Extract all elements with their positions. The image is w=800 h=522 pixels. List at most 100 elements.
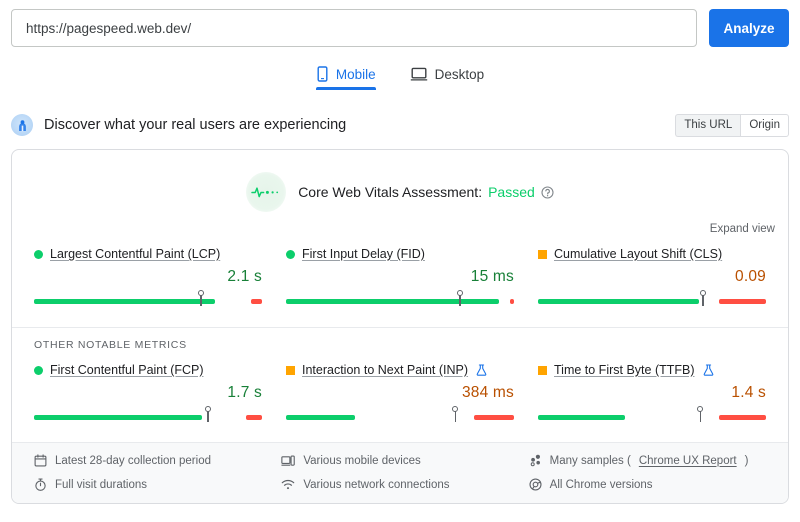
help-circle-icon[interactable] xyxy=(541,185,554,199)
metric-distribution-bar-ttfb xyxy=(538,406,766,424)
search-bar: Analyze xyxy=(0,0,800,47)
footer-item-suffix: ) xyxy=(744,454,749,467)
metric-fid: First Input Delay (FID) 15 ms xyxy=(286,247,514,308)
status-average-square-icon xyxy=(286,365,295,375)
scope-origin-button[interactable]: Origin xyxy=(740,113,789,137)
url-input[interactable] xyxy=(11,9,697,47)
bar-segment-average xyxy=(501,299,508,304)
pagespeed-insights-page: Analyze Mobile Desktop xyxy=(0,0,800,522)
desktop-icon xyxy=(410,66,428,82)
scope-toggle: This URL Origin xyxy=(675,113,789,137)
footer-item: Many samples ( Chrome UX Report) xyxy=(529,454,766,467)
bar-segment-poor xyxy=(718,415,766,420)
metric-ttfb: Time to First Byte (TTFB) 1.4 s xyxy=(538,363,766,424)
wifi-icon xyxy=(281,478,295,491)
other-metrics-title: Other Notable Metrics xyxy=(34,339,187,351)
tab-desktop-label: Desktop xyxy=(434,66,485,82)
status-good-dot-icon xyxy=(34,365,43,375)
metric-distribution-bar-fcp xyxy=(34,406,262,424)
bar-segment-poor xyxy=(509,299,514,304)
other-notable-metrics: First Contentful Paint (FCP) 1.7 s Interac… xyxy=(12,351,788,424)
pulse-icon xyxy=(246,172,287,212)
metric-label-fid[interactable]: First Input Delay (FID) xyxy=(302,247,425,261)
metric-value-ttfb: 1.4 s xyxy=(731,384,766,401)
cwv-assessment-header: Core Web Vitals Assessment: Passed xyxy=(12,150,788,212)
metric-value-fid: 15 ms xyxy=(470,268,514,285)
bar-segment-average xyxy=(217,299,248,304)
tab-mobile[interactable]: Mobile xyxy=(315,66,376,90)
metric-lcp: Largest Contentful Paint (LCP) 2.1 s xyxy=(34,247,262,308)
footer-column-2: Various mobile devices Various network co… xyxy=(281,454,518,491)
status-good-dot-icon xyxy=(286,249,295,259)
chrome-ux-report-link[interactable]: Chrome UX Report xyxy=(639,455,737,467)
footer-item-label: Various mobile devices xyxy=(303,454,421,467)
footer-item: All Chrome versions xyxy=(529,478,766,491)
metric-value-inp: 384 ms xyxy=(461,384,514,401)
stopwatch-icon xyxy=(34,478,47,491)
expand-view-link[interactable]: Expand view xyxy=(710,223,775,235)
metric-header: Largest Contentful Paint (LCP) xyxy=(34,247,262,261)
metric-label-fcp[interactable]: First Contentful Paint (FCP) xyxy=(50,363,204,377)
status-average-square-icon xyxy=(538,249,547,259)
footer-item: Latest 28-day collection period xyxy=(34,454,271,467)
bar-segment-good xyxy=(286,415,356,420)
discover-header: Discover what your real users are experi… xyxy=(0,110,800,140)
metric-cls: Cumulative Layout Shift (CLS) 0.09 xyxy=(538,247,767,308)
status-good-dot-icon xyxy=(34,249,43,259)
bar-segment-good xyxy=(538,415,626,420)
metric-value-fcp: 1.7 s xyxy=(227,384,262,401)
experimental-flask-icon[interactable] xyxy=(476,364,487,376)
metric-label-ttfb[interactable]: Time to First Byte (TTFB) xyxy=(554,363,695,377)
metric-header: Time to First Byte (TTFB) xyxy=(538,363,766,377)
footer-item-label: Many samples ( xyxy=(549,454,631,467)
metric-distribution-bar-cls xyxy=(538,290,767,308)
metric-distribution-bar-fid xyxy=(286,290,514,308)
metric-label-cls[interactable]: Cumulative Layout Shift (CLS) xyxy=(554,247,722,261)
metric-header: Interaction to Next Paint (INP) xyxy=(286,363,514,377)
tab-mobile-label: Mobile xyxy=(335,66,376,82)
tab-desktop[interactable]: Desktop xyxy=(410,66,485,89)
discover-title: Discover what your real users are experi… xyxy=(44,117,347,133)
core-web-vitals-metrics: Largest Contentful Paint (LCP) 2.1 s First… xyxy=(12,235,788,308)
experimental-flask-icon[interactable] xyxy=(703,364,714,376)
bar-segment-poor xyxy=(718,299,767,304)
samples-icon xyxy=(529,454,542,467)
mobile-icon xyxy=(316,66,329,82)
real-user-icon xyxy=(11,114,33,136)
field-data-footer: Latest 28-day collection period Full visi… xyxy=(12,442,788,503)
metric-label-inp[interactable]: Interaction to Next Paint (INP) xyxy=(302,363,468,377)
calendar-icon xyxy=(34,454,47,467)
bar-segment-poor xyxy=(473,415,514,420)
status-average-square-icon xyxy=(538,365,547,375)
chrome-icon xyxy=(529,478,542,491)
metric-header: Cumulative Layout Shift (CLS) xyxy=(538,247,766,261)
bar-segment-good xyxy=(538,299,700,304)
bar-segment-average xyxy=(627,415,717,420)
devices-icon xyxy=(281,454,296,467)
footer-item: Various mobile devices xyxy=(281,454,518,467)
analyze-button[interactable]: Analyze xyxy=(709,9,789,47)
bar-segment-good xyxy=(34,415,202,420)
metric-distribution-bar-lcp xyxy=(34,290,262,308)
scope-this-url-button[interactable]: This URL xyxy=(675,113,741,137)
metric-value-cls: 0.09 xyxy=(735,268,766,285)
footer-item-label: Full visit durations xyxy=(55,478,148,491)
field-data-card: Core Web Vitals Assessment: Passed Expan… xyxy=(11,149,789,504)
expand-view-row: Expand view xyxy=(12,212,788,235)
cwv-assessment-text: Core Web Vitals Assessment: Passed xyxy=(298,184,554,200)
footer-column-1: Latest 28-day collection period Full visi… xyxy=(34,454,271,491)
footer-item-label: Latest 28-day collection period xyxy=(55,454,211,467)
footer-item: Full visit durations xyxy=(34,478,271,491)
footer-item: Various network connections xyxy=(281,478,518,491)
metric-value-lcp: 2.1 s xyxy=(227,268,262,285)
footer-item-label: All Chrome versions xyxy=(549,478,653,491)
bar-segment-average xyxy=(204,415,244,420)
metric-distribution-bar-inp xyxy=(286,406,514,424)
metric-header: First Input Delay (FID) xyxy=(286,247,514,261)
footer-item-label: Various network connections xyxy=(303,478,450,491)
metric-label-lcp[interactable]: Largest Contentful Paint (LCP) xyxy=(50,247,220,261)
bar-segment-poor xyxy=(246,415,262,420)
bar-segment-poor xyxy=(250,299,262,304)
metric-header: First Contentful Paint (FCP) xyxy=(34,363,262,377)
cwv-assessment-prefix: Core Web Vitals Assessment: xyxy=(298,184,483,200)
